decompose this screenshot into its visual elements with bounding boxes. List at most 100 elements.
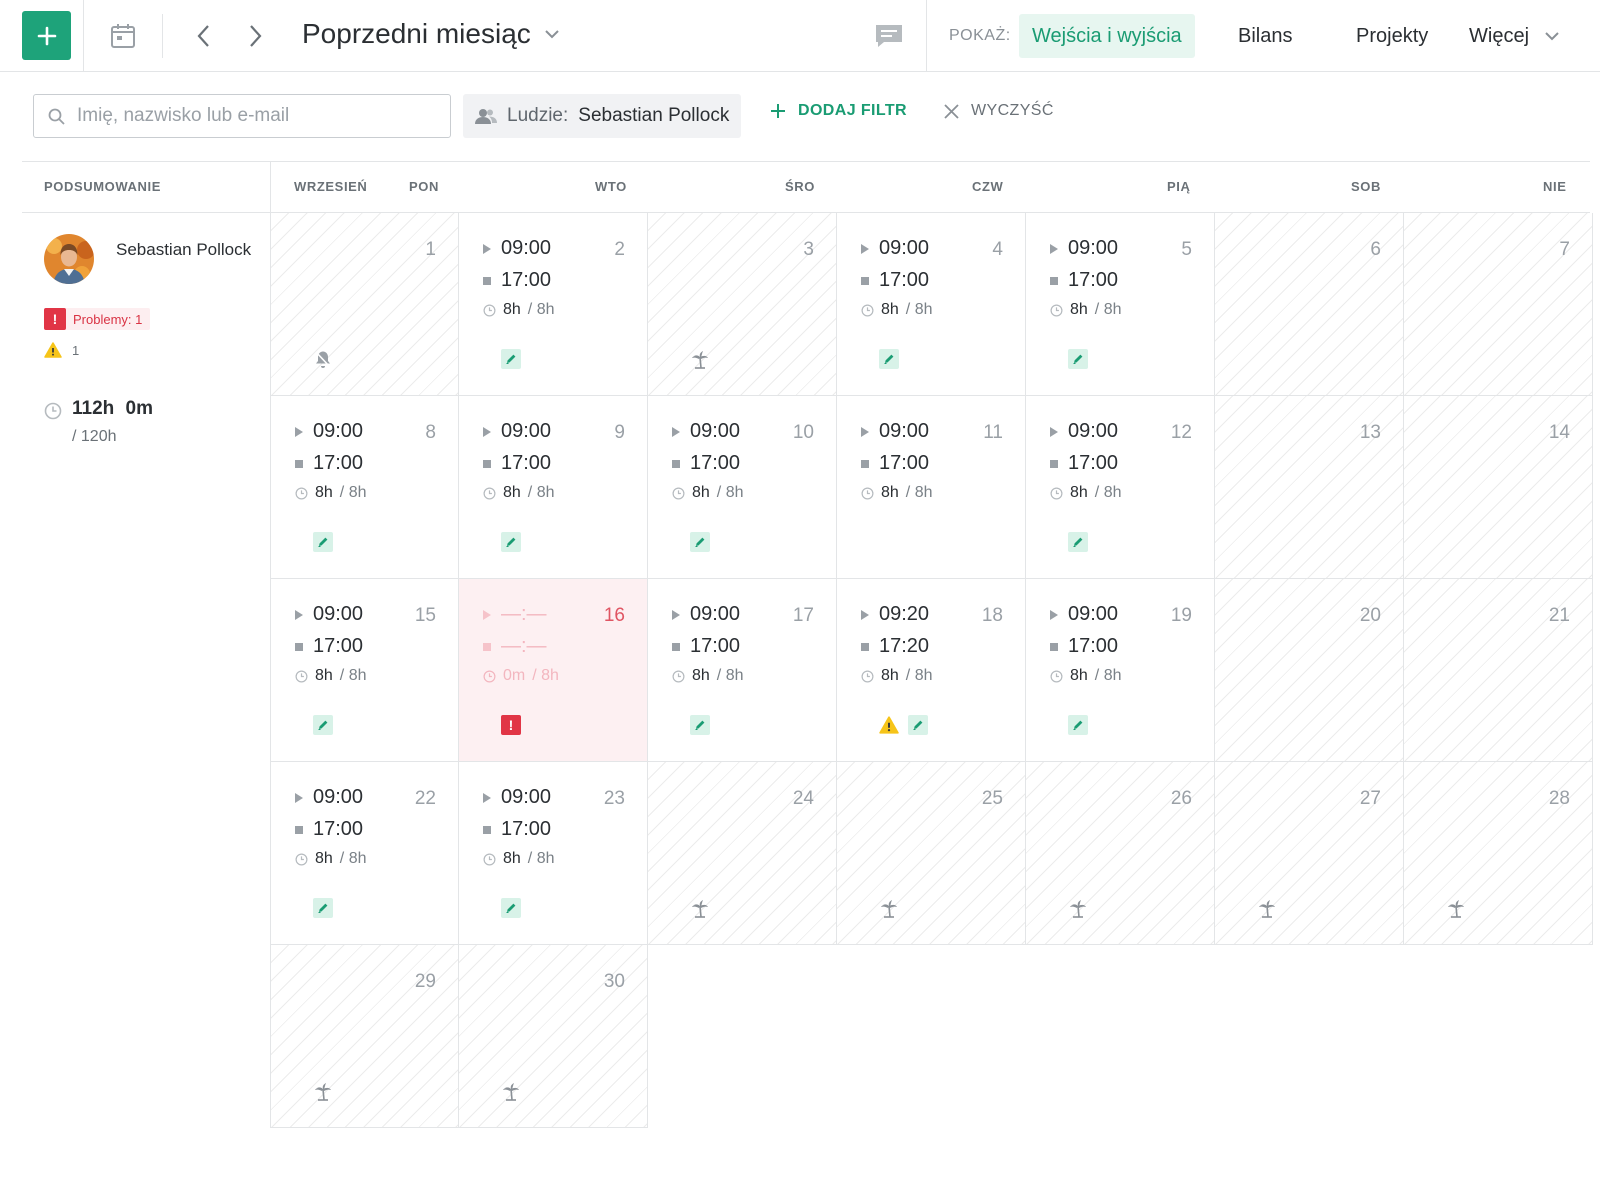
clock-out-time[interactable]: 17:00	[483, 452, 551, 475]
clock-out-time[interactable]: 17:00	[672, 635, 740, 658]
day-cell[interactable]: 23 09:00 17:00 8h / 8h	[459, 762, 648, 945]
add-filter-button[interactable]: DODAJ FILTR	[770, 102, 907, 120]
day-cell[interactable]: 25	[837, 762, 1026, 945]
edit-entry-button[interactable]	[879, 349, 899, 369]
tab-entries-exits[interactable]: Wejścia i wyjścia	[1019, 14, 1195, 58]
day-cell[interactable]: 15 09:00 17:00 8h / 8h	[270, 579, 459, 762]
clock-in-time[interactable]: 09:00	[483, 237, 551, 260]
clock-icon	[44, 402, 62, 420]
clock-out-time[interactable]: 17:00	[483, 269, 551, 292]
day-cell[interactable]: 3	[648, 213, 837, 396]
clock-out-time[interactable]: 17:20	[861, 635, 929, 658]
clock-in-time[interactable]: 09:00	[295, 786, 363, 809]
clock-out-time[interactable]: 17:00	[672, 452, 740, 475]
clock-in-time[interactable]: 09:00	[295, 603, 363, 626]
day-cell[interactable]: 7	[1404, 213, 1593, 396]
day-cell[interactable]: 21	[1404, 579, 1593, 762]
clock-in-time[interactable]: 09:00	[861, 420, 929, 443]
day-cell[interactable]: 27	[1215, 762, 1404, 945]
day-cell[interactable]: 16 —:— —:— 0m / 8h!	[459, 579, 648, 762]
clock-out-time[interactable]: 17:00	[1050, 635, 1118, 658]
clock-in-time[interactable]: 09:00	[672, 603, 740, 626]
day-number: 28	[1548, 788, 1570, 809]
next-period-button[interactable]	[240, 20, 272, 52]
edit-entry-button[interactable]	[690, 715, 710, 735]
edit-entry-button[interactable]	[501, 532, 521, 552]
edit-entry-button[interactable]	[313, 532, 333, 552]
day-cell[interactable]: 1	[270, 213, 459, 396]
day-cell[interactable]: 11 09:00 17:00 8h / 8h	[837, 396, 1026, 579]
edit-entry-button[interactable]	[1068, 715, 1088, 735]
clock-in-time[interactable]: —:—	[483, 603, 547, 626]
clock-in-time[interactable]: 09:00	[1050, 237, 1118, 260]
clock-in-time[interactable]: 09:00	[483, 786, 551, 809]
search-input[interactable]	[77, 105, 417, 127]
clock-in-time[interactable]: 09:00	[1050, 603, 1118, 626]
day-cell[interactable]: 9 09:00 17:00 8h / 8h	[459, 396, 648, 579]
people-filter-value: Sebastian Pollock	[578, 105, 730, 126]
clock-out-time[interactable]: —:—	[483, 635, 547, 658]
clear-filters-button[interactable]: WYCZYŚĆ	[944, 102, 1054, 120]
clock-in-time[interactable]: 09:00	[861, 237, 929, 260]
problems-badge[interactable]: ! Problemy: 1	[44, 308, 151, 330]
day-cell[interactable]: 14	[1404, 396, 1593, 579]
day-cell[interactable]: 6	[1215, 213, 1404, 396]
clock-in-time[interactable]: 09:00	[483, 420, 551, 443]
day-cell[interactable]: 10 09:00 17:00 8h / 8h	[648, 396, 837, 579]
clock-out-time[interactable]: 17:00	[1050, 452, 1118, 475]
comments-button[interactable]	[873, 20, 905, 52]
day-cell[interactable]: 5 09:00 17:00 8h / 8h	[1026, 213, 1215, 396]
day-cell[interactable]: 29	[270, 945, 459, 1128]
clock-out-time[interactable]: 17:00	[295, 452, 363, 475]
edit-entry-button[interactable]	[908, 715, 928, 735]
day-cell[interactable]: 12 09:00 17:00 8h / 8h	[1026, 396, 1215, 579]
edit-entry-button[interactable]	[1068, 349, 1088, 369]
clock-in-time[interactable]: 09:00	[672, 420, 740, 443]
clock-in-time[interactable]: 09:00	[1050, 420, 1118, 443]
warning-icon[interactable]	[879, 716, 899, 734]
day-cell[interactable]: 4 09:00 17:00 8h / 8h	[837, 213, 1026, 396]
tab-projects[interactable]: Projekty	[1356, 14, 1428, 58]
more-menu-button[interactable]: Więcej	[1469, 14, 1559, 58]
add-entry-button[interactable]	[22, 11, 71, 60]
clock-out-time[interactable]: 17:00	[483, 818, 551, 841]
clock-in-time[interactable]: 09:00	[295, 420, 363, 443]
avatar[interactable]	[44, 234, 94, 284]
period-selector[interactable]: Poprzedni miesiąc	[302, 18, 559, 50]
clock-out-time[interactable]: 17:00	[295, 818, 363, 841]
edit-entry-button[interactable]	[313, 898, 333, 918]
warnings-count[interactable]: 1	[44, 342, 79, 358]
clock-in-time[interactable]: 09:20	[861, 603, 929, 626]
day-cell[interactable]: 17 09:00 17:00 8h / 8h	[648, 579, 837, 762]
clock-out-time[interactable]: 17:00	[861, 452, 929, 475]
day-cell[interactable]: 19 09:00 17:00 8h / 8h	[1026, 579, 1215, 762]
day-cell[interactable]: 13	[1215, 396, 1404, 579]
clock-out-time[interactable]: 17:00	[861, 269, 929, 292]
day-cell[interactable]: 2 09:00 17:00 8h / 8h	[459, 213, 648, 396]
previous-period-button[interactable]	[187, 20, 219, 52]
clock-out-time[interactable]: 17:00	[295, 635, 363, 658]
pencil-icon	[505, 353, 517, 365]
tab-balance[interactable]: Bilans	[1238, 14, 1292, 58]
edit-entry-button[interactable]	[313, 715, 333, 735]
day-cell[interactable]: 26	[1026, 762, 1215, 945]
day-cell[interactable]: 24	[648, 762, 837, 945]
people-filter-chip[interactable]: Ludzie: Sebastian Pollock	[463, 94, 742, 138]
day-cell[interactable]: 30	[459, 945, 648, 1128]
calendar-picker-button[interactable]	[107, 20, 139, 52]
day-cell[interactable]: 28	[1404, 762, 1593, 945]
error-icon[interactable]: !	[501, 715, 521, 735]
search-field[interactable]	[33, 94, 451, 138]
edit-entry-button[interactable]	[501, 349, 521, 369]
day-cell[interactable]: 18 09:20 17:20 8h / 8h	[837, 579, 1026, 762]
play-icon	[295, 609, 303, 620]
edit-entry-button[interactable]	[690, 532, 710, 552]
day-cell[interactable]: 20	[1215, 579, 1404, 762]
clock-out-time[interactable]: 17:00	[1050, 269, 1118, 292]
clock-icon	[295, 853, 308, 866]
day-cell[interactable]: 8 09:00 17:00 8h / 8h	[270, 396, 459, 579]
user-name[interactable]: Sebastian Pollock	[116, 238, 256, 261]
edit-entry-button[interactable]	[1068, 532, 1088, 552]
edit-entry-button[interactable]	[501, 898, 521, 918]
day-cell[interactable]: 22 09:00 17:00 8h / 8h	[270, 762, 459, 945]
